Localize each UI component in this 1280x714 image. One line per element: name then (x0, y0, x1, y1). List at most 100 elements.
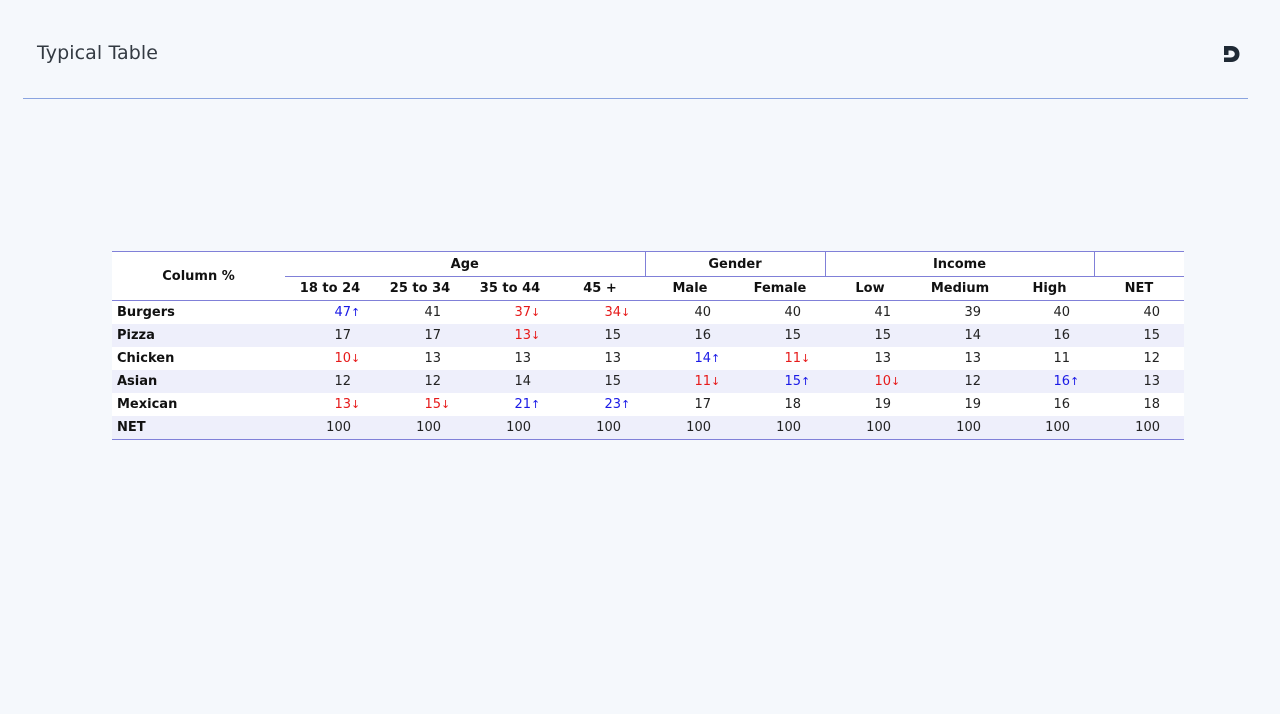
table-cell: 19 (825, 393, 915, 416)
column-header-net: NET (1094, 276, 1184, 301)
cell-value: 11 (1053, 351, 1070, 366)
table-row: Asian 12 12 14 15 11↓ 15↑ 10↓ 12 16↑ 13 (112, 370, 1184, 393)
column-header-18-to-24: 18 to 24 (285, 276, 375, 301)
cell-value: 100 (596, 420, 621, 435)
cell-value: 18 (784, 397, 801, 412)
table-cell: 18 (735, 393, 825, 416)
cell-value: 100 (506, 420, 531, 435)
table-cell: 100 (1005, 416, 1094, 440)
cell-value: 16 (694, 328, 711, 343)
cell-value: 23 (604, 397, 621, 412)
table-cell: 100 (645, 416, 735, 440)
cell-value: 100 (956, 420, 981, 435)
table-cell: 15 (555, 370, 645, 393)
cell-value: 16 (1053, 374, 1070, 389)
cell-value: 13 (874, 351, 891, 366)
cell-value: 21 (514, 397, 531, 412)
cell-value: 16 (1053, 328, 1070, 343)
table-row: Mexican 13↓ 15↓ 21↑ 23↑ 17 18 19 19 16 18 (112, 393, 1184, 416)
table-cell: 12 (375, 370, 465, 393)
group-header-income: Income (824, 251, 1094, 277)
group-header-gender: Gender (644, 251, 825, 277)
arrow-up-icon: ↑ (711, 352, 721, 365)
cell-value: 100 (686, 420, 711, 435)
table-cell: 40 (1005, 300, 1094, 324)
cell-value: 15 (784, 328, 801, 343)
table-cell: 13↓ (465, 324, 555, 347)
table-cell: 16 (645, 324, 735, 347)
page-title: Typical Table (37, 42, 159, 64)
cell-value: 13 (1143, 374, 1160, 389)
table-cell: 47↑ (285, 300, 375, 324)
table-cell: 17 (645, 393, 735, 416)
table-cell: 11↓ (735, 347, 825, 370)
cell-value: 12 (424, 374, 441, 389)
arrow-down-icon: ↓ (531, 329, 541, 342)
table-cell: 16 (1005, 393, 1094, 416)
arrow-up-icon: ↑ (801, 375, 811, 388)
column-header-female: Female (735, 276, 825, 301)
table-cell: 13 (465, 347, 555, 370)
cell-value: 40 (784, 305, 801, 320)
arrow-up-icon: ↑ (1070, 375, 1080, 388)
cell-value: 13 (334, 397, 351, 412)
table-cell: 37↓ (465, 300, 555, 324)
cell-value: 100 (1135, 420, 1160, 435)
table-cell: 100 (1094, 416, 1184, 440)
cell-value: 18 (1143, 397, 1160, 412)
table-cell: 13 (555, 347, 645, 370)
table-cell: 15 (825, 324, 915, 347)
group-header-row: Column % Age Gender Income (112, 251, 1184, 301)
table-cell: 17 (285, 324, 375, 347)
cell-value: 40 (694, 305, 711, 320)
cell-value: 10 (334, 351, 351, 366)
cell-value: 39 (964, 305, 981, 320)
row-label: Burgers (112, 300, 285, 324)
table-cell: 13 (375, 347, 465, 370)
table-cell: 11 (1005, 347, 1094, 370)
table-cell: 40 (645, 300, 735, 324)
table-cell: 16 (1005, 324, 1094, 347)
brand-logo-icon (1224, 46, 1240, 62)
table-cell: 34↓ (555, 300, 645, 324)
cell-value: 15 (874, 328, 891, 343)
cell-value: 15 (604, 374, 621, 389)
row-label: Chicken (112, 347, 285, 370)
arrow-down-icon: ↓ (441, 398, 451, 411)
cell-value: 40 (1053, 305, 1070, 320)
cell-value: 19 (874, 397, 891, 412)
cell-value: 14 (694, 351, 711, 366)
cell-value: 100 (416, 420, 441, 435)
table-cell: 12 (1094, 347, 1184, 370)
table-cell: 12 (915, 370, 1005, 393)
table-cell: 16↑ (1005, 370, 1094, 393)
cell-value: 11 (784, 351, 801, 366)
table-cell: 13↓ (285, 393, 375, 416)
table-cell: 10↓ (825, 370, 915, 393)
arrow-up-icon: ↑ (531, 398, 541, 411)
cell-value: 17 (334, 328, 351, 343)
row-label: Asian (112, 370, 285, 393)
table-body: Burgers 47↑ 41 37↓ 34↓ 40 40 41 39 40 40 Pizza 17 17 1… (112, 300, 1184, 440)
table-cell: 14↑ (645, 347, 735, 370)
cell-value: 100 (776, 420, 801, 435)
cell-value: 41 (874, 305, 891, 320)
table-cell: 100 (375, 416, 465, 440)
group-header-age: Age (285, 251, 645, 277)
arrow-down-icon: ↓ (711, 375, 721, 388)
cell-value: 17 (424, 328, 441, 343)
table-cell: 14 (915, 324, 1005, 347)
table-cell: 14 (465, 370, 555, 393)
arrow-down-icon: ↓ (351, 398, 361, 411)
table-cell: 13 (825, 347, 915, 370)
row-label: NET (112, 416, 285, 440)
table-cell: 100 (915, 416, 1005, 440)
cell-value: 11 (694, 374, 711, 389)
cell-value: 47 (334, 305, 351, 320)
arrow-down-icon: ↓ (531, 306, 541, 319)
table-cell: 100 (555, 416, 645, 440)
table-row: Burgers 47↑ 41 37↓ 34↓ 40 40 41 39 40 40 (112, 300, 1184, 324)
cell-value: 15 (604, 328, 621, 343)
table-cell: 15↓ (375, 393, 465, 416)
column-header-low: Low (825, 276, 915, 301)
